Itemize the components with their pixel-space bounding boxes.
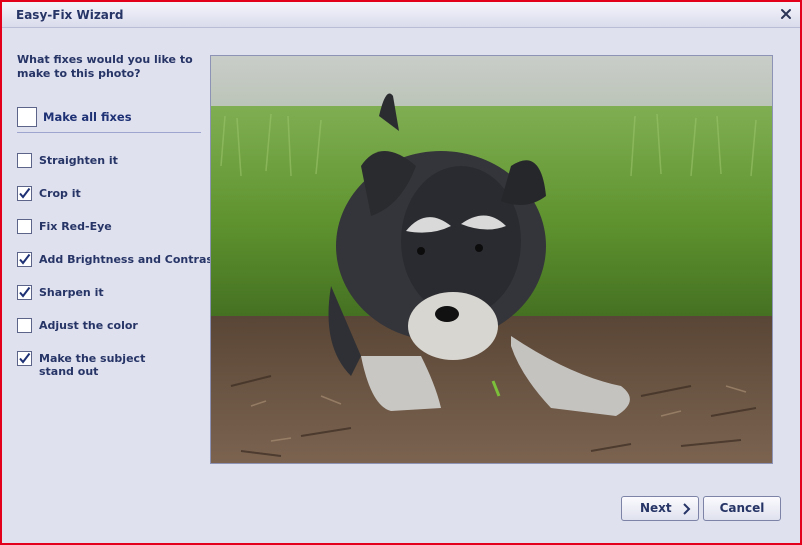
option-label[interactable]: Sharpen it xyxy=(39,286,104,299)
option-checkbox[interactable] xyxy=(17,252,32,267)
window-title: Easy-Fix Wizard xyxy=(16,8,124,22)
photo-preview xyxy=(210,55,773,464)
option-checkbox[interactable] xyxy=(17,318,32,333)
close-icon[interactable] xyxy=(778,6,794,22)
option-checkbox[interactable] xyxy=(17,285,32,300)
make-all-fixes-checkbox[interactable] xyxy=(17,107,37,127)
option-checkbox[interactable] xyxy=(17,219,32,234)
chevron-right-icon xyxy=(683,503,691,515)
easy-fix-wizard-window: Easy-Fix Wizard What fixes would you lik… xyxy=(0,0,802,545)
option-label[interactable]: Adjust the color xyxy=(39,319,138,332)
option-label[interactable]: Crop it xyxy=(39,187,81,200)
option-label[interactable]: Straighten it xyxy=(39,154,118,167)
option-label[interactable]: Fix Red-Eye xyxy=(39,220,112,233)
title-bar: Easy-Fix Wizard xyxy=(2,2,800,28)
make-all-fixes-label[interactable]: Make all fixes xyxy=(43,111,132,124)
divider xyxy=(17,132,201,133)
cancel-button[interactable]: Cancel xyxy=(703,496,781,521)
option-checkbox[interactable] xyxy=(17,351,32,366)
next-button[interactable]: Next xyxy=(621,496,699,521)
option-checkbox[interactable] xyxy=(17,153,32,168)
option-label[interactable]: Add Brightness and Contrast xyxy=(39,253,218,266)
cancel-label: Cancel xyxy=(719,501,765,515)
next-label: Next xyxy=(640,501,672,515)
option-label[interactable]: Make the subject stand out xyxy=(39,352,145,378)
schnauzer-photo xyxy=(211,56,772,463)
option-checkbox[interactable] xyxy=(17,186,32,201)
fixes-prompt: What fixes would you like to make to thi… xyxy=(17,53,193,80)
